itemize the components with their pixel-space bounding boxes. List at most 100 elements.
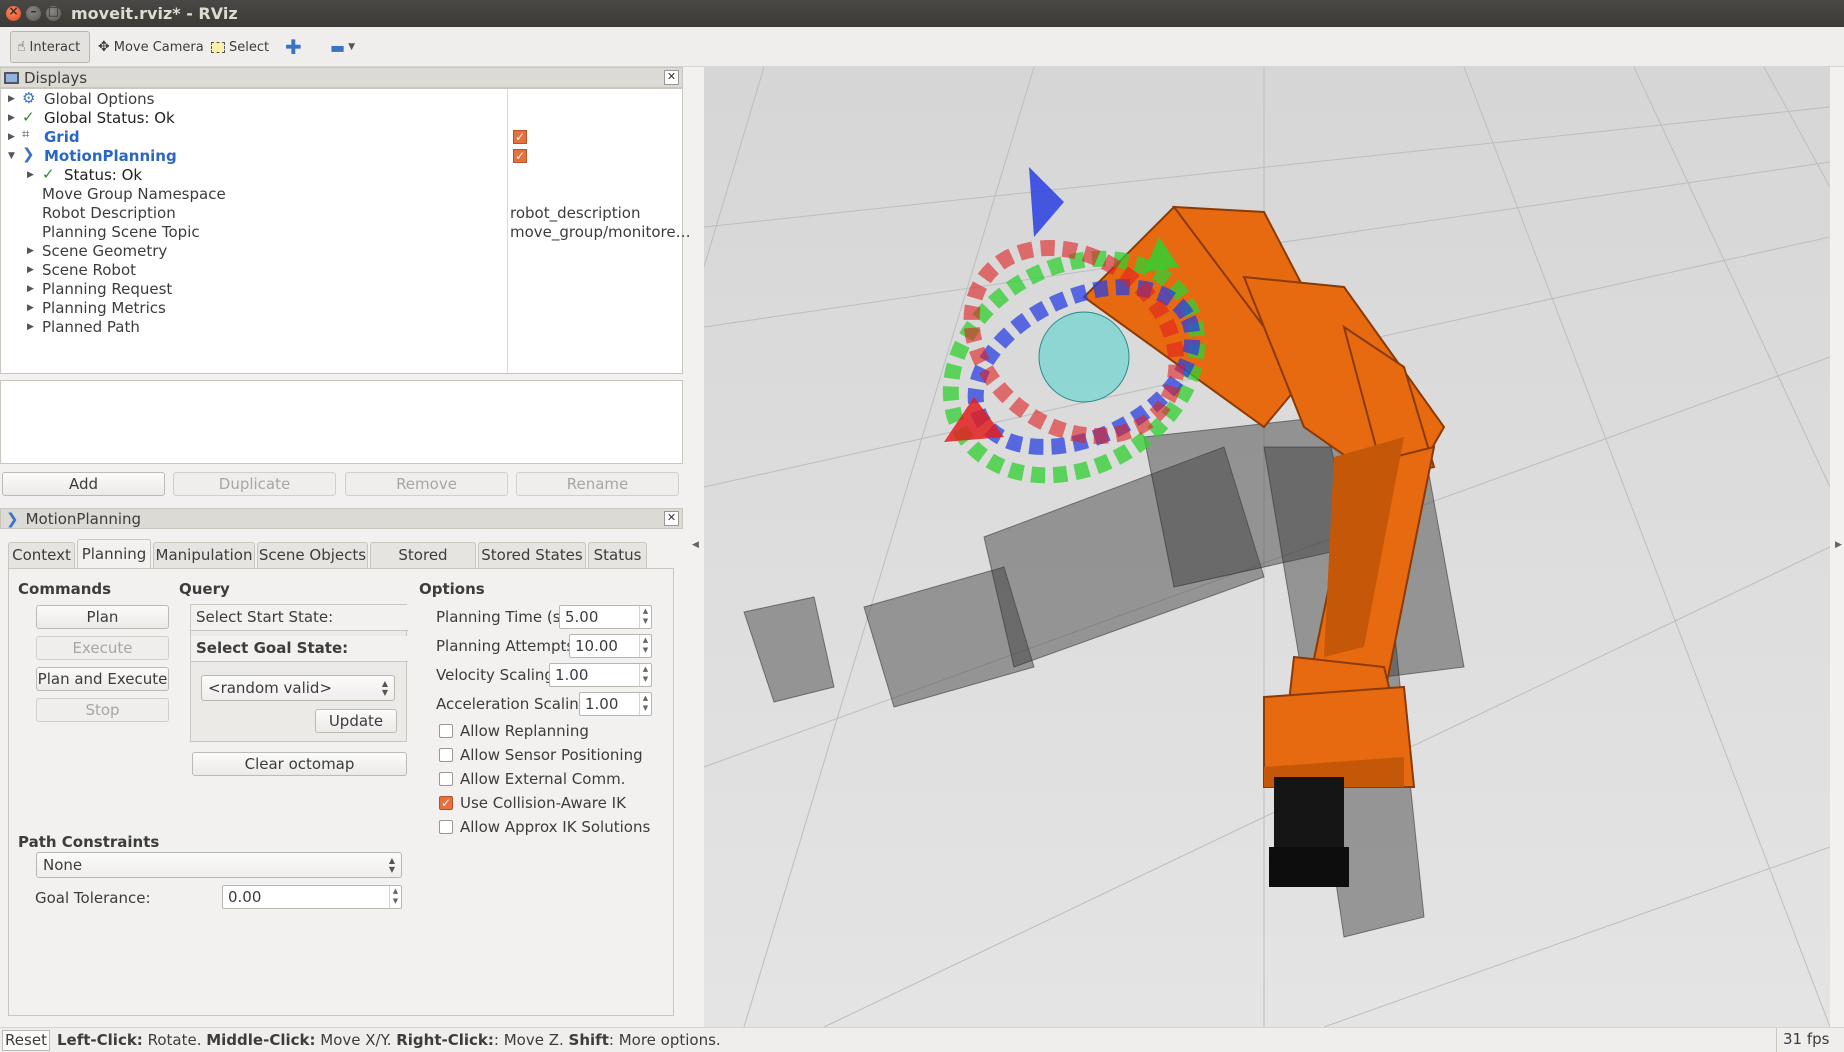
execute-button[interactable]: Execute — [36, 636, 169, 660]
tree-item-grid[interactable]: ▶ ⌗ Grid ✓ — [1, 127, 541, 147]
3d-render-view[interactable] — [704, 67, 1830, 1027]
spin-arrows-icon[interactable]: ▲ ▼ — [639, 635, 651, 657]
window-maximize-button[interactable]: □ — [46, 4, 61, 21]
collapse-right-icon[interactable]: ▶ — [1835, 540, 1842, 550]
options-heading: Options — [419, 580, 485, 598]
start-state-label: Select Start State: — [196, 608, 334, 626]
checkmark-icon: ✓ — [22, 108, 35, 126]
planning-time-spinbox[interactable]: 5.00 ▲ ▼ — [559, 605, 652, 629]
description-area — [0, 380, 683, 464]
tree-value[interactable]: robot_description — [510, 204, 641, 222]
tab-manipulation[interactable]: Manipulation — [153, 542, 255, 568]
tree-label: Grid — [44, 128, 80, 146]
move-camera-tool-button[interactable]: ✥ Move Camera — [98, 31, 204, 63]
tree-label: MotionPlanning — [44, 147, 177, 165]
collapse-left-icon[interactable]: ◀ — [692, 540, 699, 550]
update-button[interactable]: Update — [315, 709, 397, 733]
hint-shift-key: Shift — [568, 1031, 609, 1049]
remove-display-button[interactable]: Remove — [345, 472, 508, 496]
motionplanning-enabled-checkbox[interactable]: ✓ — [513, 149, 527, 163]
select-label: Select — [229, 39, 270, 55]
tree-item-motionplanning[interactable]: ▼ ❯ MotionPlanning ✓ — [1, 145, 541, 166]
spin-arrows-icon[interactable]: ▲ ▼ — [639, 693, 651, 715]
planning-attempts-spinbox[interactable]: 10.00 ▲ ▼ — [569, 634, 652, 658]
expand-arrow-icon: ▶ — [8, 132, 15, 142]
path-constraints-value: None — [43, 856, 83, 874]
goal-tolerance-value: 0.00 — [228, 888, 262, 906]
velocity-scaling-value: 1.00 — [555, 666, 589, 684]
clear-octomap-button[interactable]: Clear octomap — [192, 752, 407, 776]
displays-tree[interactable]: ▶ ⚙ Global Options ▶ ✓ Global Status: Ok… — [0, 88, 691, 374]
spin-arrows-icon[interactable]: ▲ ▼ — [639, 606, 651, 628]
expand-arrow-icon: ▶ — [8, 94, 15, 104]
tree-label: Robot Description — [42, 204, 176, 222]
window-minimize-button[interactable]: – — [26, 4, 41, 21]
path-constraints-select[interactable]: None ▲ ▼ — [36, 852, 402, 878]
interact-tool-button[interactable]: ☝ Interact — [10, 31, 90, 63]
planning-time-label: Planning Time (s): — [436, 608, 572, 626]
add-tool-button[interactable]: ✚ — [285, 31, 302, 63]
tree-item-robot-description[interactable]: Robot Description robot_description — [1, 204, 681, 223]
tab-stored-states[interactable]: Stored States — [478, 542, 586, 568]
plan-and-execute-button[interactable]: Plan and Execute — [36, 667, 169, 691]
tab-context[interactable]: Context — [8, 542, 75, 568]
checkmark-icon: ✓ — [42, 165, 55, 183]
acceleration-scaling-spinbox[interactable]: 1.00 ▲ ▼ — [579, 692, 652, 716]
motionplanning-panel-title: MotionPlanning — [25, 509, 142, 528]
close-icon[interactable]: ✕ — [664, 70, 679, 85]
tab-planning[interactable]: Planning — [77, 539, 151, 569]
title-bar: × – □ moveit.rviz* - RViz — [0, 0, 1844, 27]
hint-right-action: : Move Z. — [493, 1031, 569, 1049]
velocity-scaling-spinbox[interactable]: 1.00 ▲ ▼ — [549, 663, 652, 687]
query-heading: Query — [179, 580, 230, 598]
grid-enabled-checkbox[interactable]: ✓ — [513, 130, 527, 144]
window-close-button[interactable]: × — [6, 4, 21, 21]
add-display-button[interactable]: Add — [2, 472, 165, 496]
expand-arrow-icon: ▶ — [27, 246, 34, 256]
end-effector — [1038, 311, 1130, 403]
collision-aware-ik-checkbox[interactable]: ✓ — [439, 796, 453, 810]
tree-label: Scene Geometry — [42, 242, 168, 260]
allow-external-comm-label: Allow External Comm. — [460, 770, 626, 788]
select-tool-button[interactable]: Select — [211, 31, 269, 63]
plus-icon: ✚ — [285, 35, 302, 59]
allow-sensor-positioning-checkbox[interactable] — [439, 748, 453, 762]
reset-button[interactable]: Reset — [2, 1030, 50, 1051]
goal-state-section[interactable]: Select Goal State: — [191, 636, 408, 662]
close-icon[interactable]: ✕ — [664, 511, 679, 526]
goal-state-select[interactable]: <random valid> ▲ ▼ — [201, 675, 395, 701]
tree-label: Planning Scene Topic — [42, 223, 200, 241]
allow-replanning-label: Allow Replanning — [460, 722, 589, 740]
hint-right-key: Right-Click: — [396, 1031, 494, 1049]
motionplanning-icon: ❯ — [22, 145, 35, 163]
duplicate-display-button[interactable]: Duplicate — [173, 472, 336, 496]
tree-item-planning-scene-topic[interactable]: Planning Scene Topic move_group/monitore… — [1, 223, 691, 242]
expand-arrow-icon: ▶ — [27, 284, 34, 294]
hint-left-action: Rotate. — [142, 1031, 207, 1049]
mouse-hint: Left-Click: Rotate. Middle-Click: Move X… — [57, 1031, 721, 1049]
spin-arrows-icon[interactable]: ▲ ▼ — [389, 886, 401, 908]
hint-middle-action: Move X/Y. — [315, 1031, 397, 1049]
displays-title: Displays — [24, 68, 88, 87]
planning-time-value: 5.00 — [565, 608, 599, 626]
allow-approx-ik-label: Allow Approx IK Solutions — [460, 818, 651, 836]
tab-stored-scenes[interactable]: Stored Scenes — [370, 542, 476, 588]
velocity-scaling-label: Velocity Scaling: — [436, 666, 559, 684]
start-state-section[interactable]: Select Start State: — [191, 605, 408, 631]
spin-arrows-icon[interactable]: ▲ ▼ — [639, 664, 651, 686]
tab-scene-objects[interactable]: Scene Objects — [257, 542, 368, 568]
tab-status[interactable]: Status — [588, 542, 647, 568]
remove-tool-button[interactable]: ▬ ▼ — [330, 31, 355, 63]
rename-display-button[interactable]: Rename — [516, 472, 679, 496]
tree-value[interactable]: move_group/monitore… — [510, 223, 691, 241]
plan-button[interactable]: Plan — [36, 605, 169, 629]
collision-aware-ik-label: Use Collision-Aware IK — [460, 794, 626, 812]
toolbar: ☝ Interact ✥ Move Camera Select ✚ ▬ ▼ — [0, 27, 1844, 67]
close-icon: × — [8, 4, 19, 18]
stop-button[interactable]: Stop — [36, 698, 169, 722]
allow-external-comm-checkbox[interactable] — [439, 772, 453, 786]
tree-label: Planned Path — [42, 318, 140, 336]
allow-approx-ik-checkbox[interactable] — [439, 820, 453, 834]
allow-replanning-checkbox[interactable] — [439, 724, 453, 738]
goal-tolerance-spinbox[interactable]: 0.00 ▲ ▼ — [222, 885, 402, 909]
